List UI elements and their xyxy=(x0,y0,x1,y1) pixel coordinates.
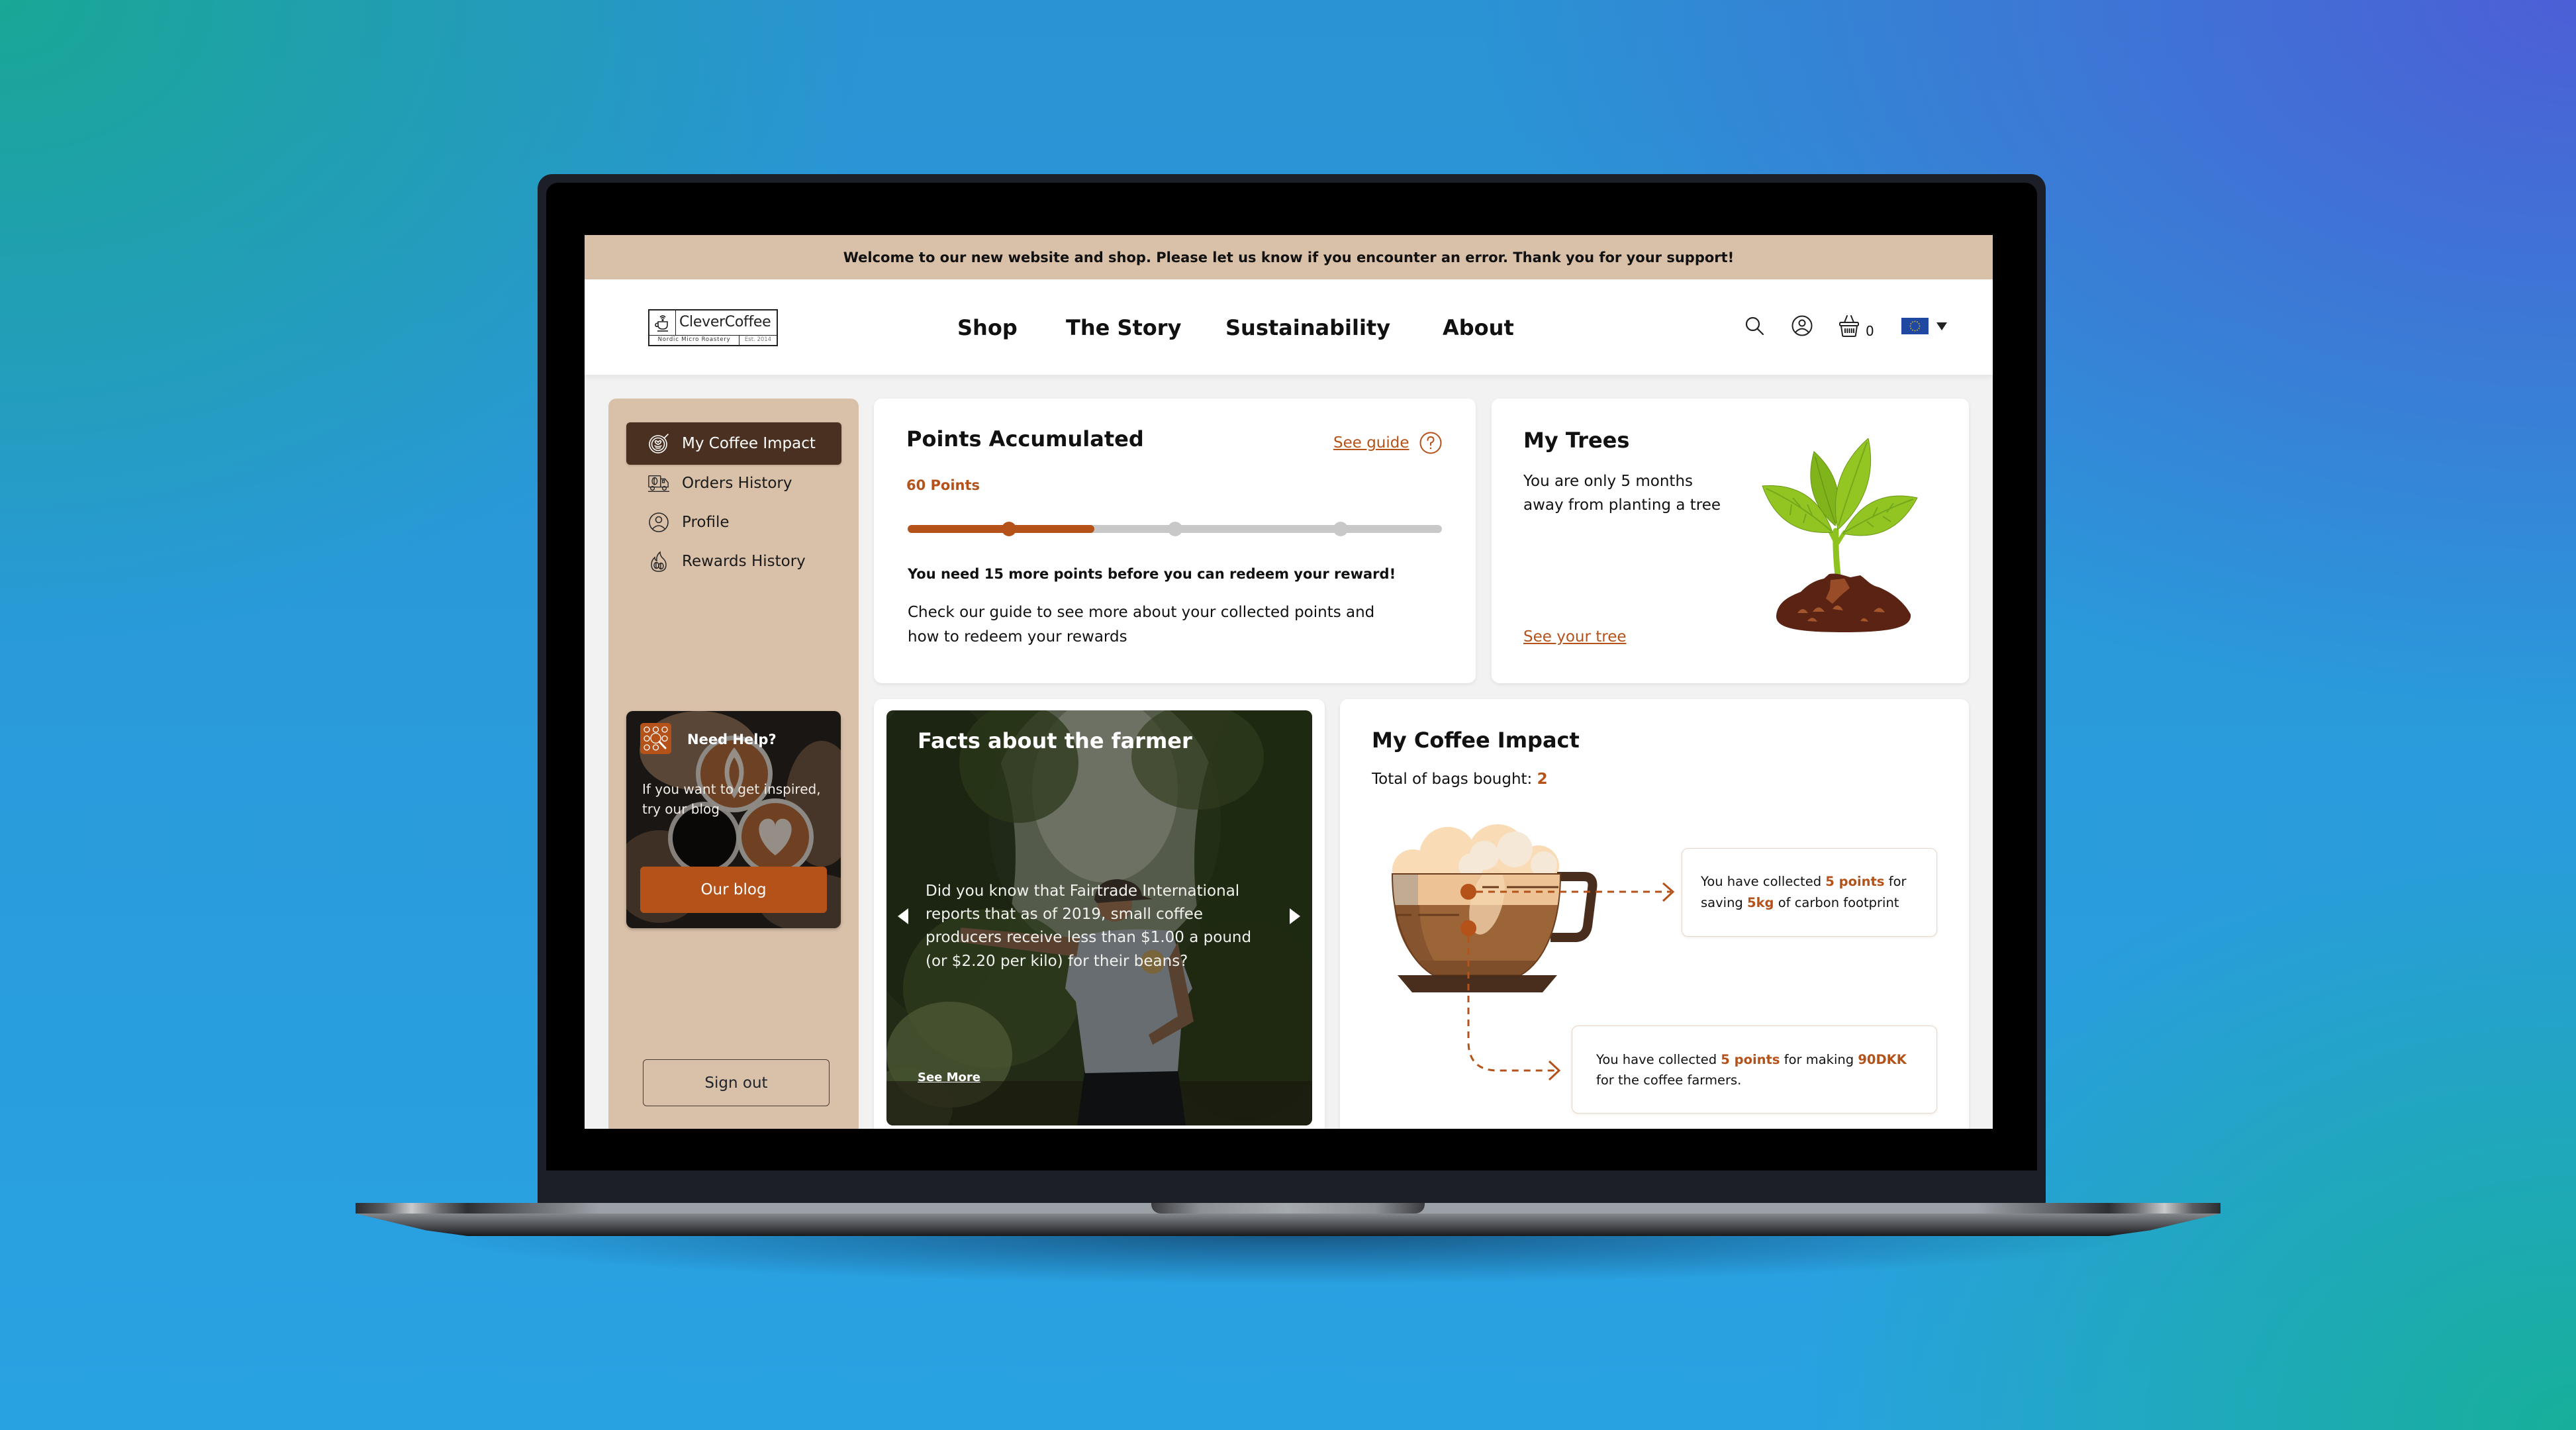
help-card-text: If you want to get inspired, xyxy=(642,781,821,797)
seedling-illustration xyxy=(1762,438,1918,632)
nav-sustainability[interactable]: Sustainability xyxy=(1225,314,1390,341)
carbon-impact-box: You have collected 5 points for saving 5… xyxy=(1682,848,1937,937)
logo-tagline: Nordic Micro Roastery xyxy=(649,336,739,345)
farmers-marker-dot xyxy=(1460,920,1476,936)
cup-saucer xyxy=(1398,975,1557,992)
sidebar-item-label: Orders History xyxy=(682,475,792,492)
site-header: CleverCoffee Nordic Micro Roastery Est. … xyxy=(585,279,1993,375)
account-button[interactable] xyxy=(1791,315,1813,336)
search-icon xyxy=(1745,316,1764,336)
carbon-marker-dot xyxy=(1460,884,1476,900)
see-more-link[interactable]: See More xyxy=(918,1071,980,1085)
region-selector[interactable] xyxy=(1901,318,1929,334)
nav-shop[interactable]: Shop xyxy=(957,314,1018,341)
trees-title: My Trees xyxy=(1523,428,1630,453)
sidebar-item-my-coffee-impact[interactable]: My Coffee Impact xyxy=(626,422,841,465)
nav-the-story[interactable]: The Story xyxy=(1066,314,1181,341)
nav-about[interactable]: About xyxy=(1443,314,1514,341)
coffee-impact-card: My Coffee Impact Total of bags bought: 2 xyxy=(1340,699,1969,1129)
sidebar-item-label: Rewards History xyxy=(682,553,806,570)
progress-milestone xyxy=(1002,522,1017,536)
carousel-next-icon[interactable] xyxy=(1290,908,1300,924)
cart-count: 0 xyxy=(1866,323,1874,339)
help-card-title: Need Help? xyxy=(687,732,777,747)
farmers-amount: 90DKK xyxy=(1858,1052,1907,1067)
farmers-impact-line-2: for the coffee farmers. xyxy=(1596,1072,1742,1088)
announcement-banner: Welcome to our new website and shop. Ple… xyxy=(585,235,1993,279)
question-circle-icon[interactable] xyxy=(1419,432,1442,454)
sidebar-item-label: My Coffee Impact xyxy=(682,435,816,452)
my-trees-card: My Trees You are only 5 months away from… xyxy=(1492,399,1969,683)
caret-down-icon[interactable] xyxy=(1936,322,1947,330)
points-description: how to redeem your rewards xyxy=(908,628,1127,645)
delivery-truck-icon xyxy=(647,475,670,492)
impact-text: You have collected xyxy=(1701,874,1826,889)
points-accumulated-card: Points Accumulated See guide 60 Points Y… xyxy=(874,399,1476,683)
impact-text: You have collected xyxy=(1596,1052,1721,1067)
see-guide-link[interactable]: See guide xyxy=(1333,434,1409,452)
sidebar-item-profile[interactable]: Profile xyxy=(626,504,841,541)
logo[interactable]: CleverCoffee Nordic Micro Roastery Est. … xyxy=(648,309,778,346)
laptop-notch xyxy=(1151,1203,1425,1214)
carbon-impact-line-1: You have collected 5 points for xyxy=(1701,871,1907,892)
points-progress-bar xyxy=(908,522,1442,536)
see-your-tree-link[interactable]: See your tree xyxy=(1523,628,1627,646)
announcement-text: Welcome to our new website and shop. Ple… xyxy=(843,249,1735,265)
latte-art-icon xyxy=(649,434,669,453)
impact-text: of carbon footprint xyxy=(1774,895,1899,910)
progress-milestone xyxy=(1333,522,1348,536)
eu-flag-icon xyxy=(1901,318,1929,334)
points-title: Points Accumulated xyxy=(906,426,1144,452)
account-sidebar: My Coffee Impact Orders History Profile xyxy=(608,399,859,1129)
farmers-impact-line-1: You have collected 5 points for making 9… xyxy=(1596,1049,1907,1071)
user-circle-icon xyxy=(649,512,669,532)
carbon-amount: 5kg xyxy=(1747,895,1774,910)
points-value: 60 Points xyxy=(906,477,980,493)
facts-text: producers receive less than $1.00 a poun… xyxy=(926,929,1252,946)
progress-milestone xyxy=(1167,522,1182,536)
farmer-facts-carousel: Facts about the farmer Did you know that… xyxy=(886,710,1312,1125)
flame-beans-icon xyxy=(651,551,667,572)
cup-body xyxy=(1391,867,1562,976)
farmers-points: 5 points xyxy=(1721,1052,1780,1067)
facts-title: Facts about the farmer xyxy=(918,728,1192,753)
logo-name: CleverCoffee xyxy=(679,314,771,330)
logo-cup-icon xyxy=(649,310,676,335)
logo-top: CleverCoffee xyxy=(649,310,777,336)
trees-text: away from planting a tree xyxy=(1523,497,1721,514)
logo-bottom: Nordic Micro Roastery Est. 2014 xyxy=(649,336,777,345)
help-card: Need Help? If you want to get inspired, … xyxy=(626,711,841,928)
facts-text: Did you know that Fairtrade Internationa… xyxy=(926,882,1240,900)
our-blog-button[interactable]: Our blog xyxy=(640,867,827,913)
sidebar-item-rewards-history[interactable]: Rewards History xyxy=(626,543,841,580)
impact-text: for making xyxy=(1780,1052,1858,1067)
carbon-impact-line-2: saving 5kg of carbon footprint xyxy=(1701,892,1899,914)
impact-text: for xyxy=(1884,874,1907,889)
facts-text: (or $2.20 per kilo) for their beans? xyxy=(926,953,1188,970)
points-progress-fill xyxy=(908,525,1095,533)
search-button[interactable] xyxy=(1744,316,1764,336)
sidebar-item-label: Profile xyxy=(682,514,730,531)
trees-text: You are only 5 months xyxy=(1523,473,1693,490)
impact-text: saving xyxy=(1701,895,1748,910)
sign-out-button[interactable]: Sign out xyxy=(643,1059,830,1106)
laptop-base xyxy=(356,1214,2220,1236)
carbon-points: 5 points xyxy=(1825,874,1885,889)
cart-button[interactable] xyxy=(1838,314,1860,338)
beans-search-icon xyxy=(640,723,671,754)
basket-icon xyxy=(1839,315,1859,337)
farmer-facts-card: Facts about the farmer Did you know that… xyxy=(874,699,1325,1129)
points-notice: You need 15 more points before you can r… xyxy=(908,566,1396,582)
farmers-impact-box: You have collected 5 points for making 9… xyxy=(1572,1025,1937,1114)
carousel-prev-icon[interactable] xyxy=(898,908,908,924)
logo-established: Est. 2014 xyxy=(744,336,772,343)
help-card-text: try our blog xyxy=(642,801,720,817)
sidebar-item-orders-history[interactable]: Orders History xyxy=(626,465,841,502)
points-description: Check our guide to see more about your c… xyxy=(908,604,1375,621)
user-icon xyxy=(1791,315,1813,336)
browser-viewport: Welcome to our new website and shop. Ple… xyxy=(585,235,1993,1129)
facts-text: reports that as of 2019, small coffee xyxy=(926,906,1204,923)
